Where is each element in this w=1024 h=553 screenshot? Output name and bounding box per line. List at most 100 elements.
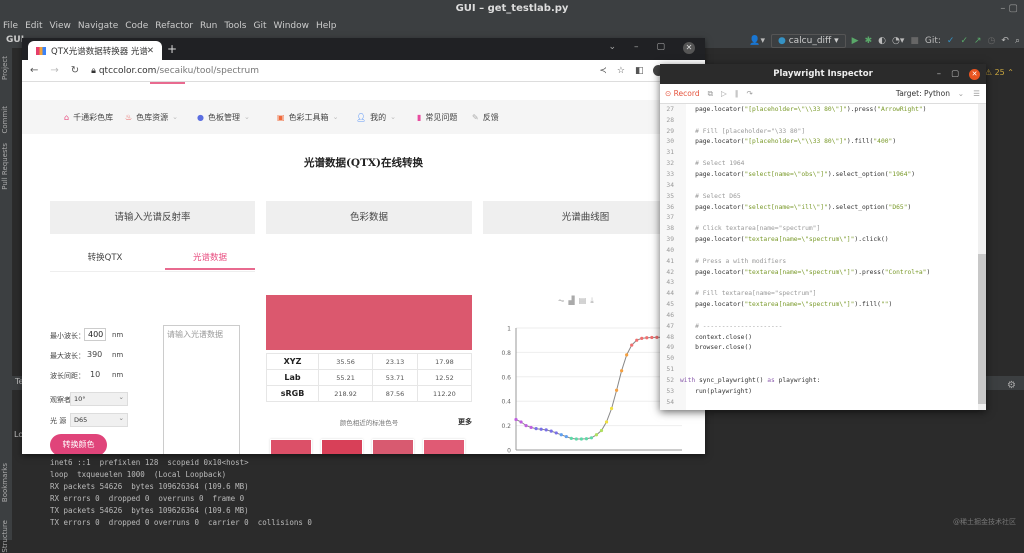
illuminant-select[interactable]: D65 xyxy=(70,412,128,427)
code-line: 39 page.locator("textarea[name=\"spectru… xyxy=(660,234,978,245)
min-wavelength-input[interactable]: 400 xyxy=(84,328,106,341)
stop-icon[interactable]: ■ xyxy=(910,36,919,46)
download-icon[interactable]: ⤓ xyxy=(590,296,598,305)
observer-select[interactable]: 10° xyxy=(70,391,128,406)
tool-tab-pull-requests[interactable]: Pull Requests xyxy=(1,143,9,190)
minimize-icon[interactable]: – xyxy=(937,64,941,84)
toolbox-icon: ▣ xyxy=(277,112,285,122)
reload-icon[interactable]: ↻ xyxy=(71,65,79,76)
data-view-icon[interactable]: ▤ xyxy=(579,296,591,305)
pantone-card[interactable]: PANTONE198 CP xyxy=(321,439,363,454)
user-icon[interactable]: 👤▾ xyxy=(749,36,765,46)
tool-tab-structure[interactable]: Structure xyxy=(1,520,9,553)
menu-help[interactable]: Help xyxy=(316,21,337,31)
nav-item-1[interactable]: ♨ 色库资源 ⌄ xyxy=(125,112,178,123)
git-push-icon[interactable]: ↗ xyxy=(974,36,982,46)
bar-chart-icon[interactable]: ▟ xyxy=(569,296,579,305)
terminal-line: loop txqueuelen 1000 (Local Loopback) xyxy=(50,470,227,479)
menu-run[interactable]: Run xyxy=(200,21,217,31)
close-window-icon[interactable]: ✕ xyxy=(969,68,980,80)
terminal-output[interactable]: inet6 ::1 prefixlen 128 scopeid 0x10<hos… xyxy=(12,452,1024,540)
nav-item-4[interactable]: 👤︎ 我的 ⌄ xyxy=(356,112,396,123)
line-number: 53 xyxy=(666,387,674,395)
spectrum-textarea[interactable]: 请输入光谱数据 xyxy=(163,325,240,454)
bookmark-star-icon[interactable]: ☆ xyxy=(617,66,625,76)
pantone-card[interactable]: PANTONE184 XGC xyxy=(423,439,465,454)
rollback-icon[interactable]: ↶ xyxy=(1001,36,1009,46)
minimize-icon[interactable]: – xyxy=(634,42,639,54)
nav-item-2[interactable]: ● 色板管理 ⌄ xyxy=(197,112,250,123)
menu-tools[interactable]: Tools xyxy=(224,21,246,31)
line-chart-icon[interactable]: ⏦ xyxy=(558,296,569,305)
menu-view[interactable]: View xyxy=(50,21,71,31)
pantone-swatch xyxy=(424,440,464,454)
menu-git[interactable]: Git xyxy=(253,21,266,31)
code-text: browser.close() xyxy=(680,344,753,352)
data-point xyxy=(549,429,553,433)
debug-icon[interactable]: ✱ xyxy=(865,36,873,46)
tab-spectrum-data[interactable]: 光谱数据 xyxy=(165,251,255,270)
code-scrollbar[interactable] xyxy=(978,104,986,410)
tool-tab-commit[interactable]: Commit xyxy=(1,106,9,134)
menu-navigate[interactable]: Navigate xyxy=(78,21,118,31)
chevron-down-icon[interactable]: ⌄ xyxy=(958,89,964,98)
git-update-icon[interactable]: ✓ xyxy=(947,36,955,46)
generated-code[interactable]: 27 page.locator("[placeholder=\"\\33 80\… xyxy=(660,104,978,410)
pantone-card[interactable]: PANTONE2040 UP xyxy=(270,439,312,454)
run-icon[interactable]: ▶ xyxy=(852,36,859,46)
tool-tab-project[interactable]: Project xyxy=(1,56,9,80)
scrollbar-thumb[interactable] xyxy=(978,254,986,404)
menu-window[interactable]: Window xyxy=(274,21,310,31)
tab-convert-qtx[interactable]: 转换QTX xyxy=(50,251,160,270)
warnings-indicator[interactable]: ⚠ 25 ⌃ xyxy=(985,68,1014,77)
step-over-icon[interactable]: ↷ xyxy=(746,89,752,98)
copy-icon[interactable]: ⧉ xyxy=(708,89,713,99)
pantone-card[interactable]: PANTONEP 65-6 U xyxy=(372,439,414,454)
more-link[interactable]: 更多 xyxy=(458,417,472,427)
browser-tab[interactable]: QTX光谱数据转换器 光谱 ✕ xyxy=(28,41,162,60)
menu-icon[interactable]: ☰ xyxy=(973,89,980,98)
convert-color-button[interactable]: 转换颜色 xyxy=(50,434,107,454)
side-panel-icon[interactable]: ◧ xyxy=(635,66,644,76)
nav-item-6[interactable]: ✎ 反馈 xyxy=(472,112,499,123)
menu-file[interactable]: File xyxy=(3,21,18,31)
window-controls[interactable]: – ▢ xyxy=(1000,0,1018,18)
line-number: 32 xyxy=(666,160,674,168)
line-number: 36 xyxy=(666,203,674,211)
back-icon[interactable]: ← xyxy=(30,65,38,76)
gear-icon[interactable]: ⚙ xyxy=(1007,380,1016,391)
new-tab-button[interactable]: + xyxy=(167,42,177,56)
nav-item-5[interactable]: ▮ 常见问题 xyxy=(417,112,457,123)
search-icon[interactable]: ⌕ xyxy=(1015,36,1020,46)
terminal-line: inet6 ::1 prefixlen 128 scopeid 0x10<hos… xyxy=(50,458,249,467)
git-commit-icon[interactable]: ✓ xyxy=(960,36,968,46)
chevron-down-icon: ⌄ xyxy=(332,113,339,121)
pause-icon[interactable]: ∥ xyxy=(735,89,739,98)
coverage-icon[interactable]: ◐ xyxy=(878,36,886,46)
inspector-title: Playwright Inspector xyxy=(773,69,873,79)
menu-refactor[interactable]: Refactor xyxy=(155,21,193,31)
chevron-down-icon: ⌄ xyxy=(172,113,179,121)
close-window-icon[interactable]: ✕ xyxy=(683,42,695,54)
profile-icon[interactable]: ◔▾ xyxy=(892,36,904,46)
maximize-icon[interactable]: ▢ xyxy=(951,64,959,84)
maximize-icon[interactable]: ▢ xyxy=(656,42,665,54)
url-field[interactable]: 🔒︎ qtccolor.com/secaiku/tool/spectrum xyxy=(91,66,259,76)
forward-icon[interactable]: → xyxy=(50,65,58,76)
history-icon[interactable]: ◷ xyxy=(988,36,996,46)
resume-icon[interactable]: ▷ xyxy=(721,89,727,98)
share-icon[interactable]: ≺ xyxy=(599,66,607,76)
tool-tab-bookmarks[interactable]: Bookmarks xyxy=(1,463,9,502)
line-number: 43 xyxy=(666,279,674,287)
code-text: page.locator("select[name=\"ill\"]").sel… xyxy=(680,203,912,211)
menu-edit[interactable]: Edit xyxy=(25,21,42,31)
target-select[interactable]: Target: Python xyxy=(896,89,950,98)
nav-item-0[interactable]: ⌂ 千通彩色库 xyxy=(64,112,113,123)
close-tab-icon[interactable]: ✕ xyxy=(147,46,154,56)
tab-search-icon[interactable]: ⌄ xyxy=(608,42,616,54)
unit-label: nm xyxy=(112,351,124,359)
nav-item-3[interactable]: ▣ 色彩工具箱 ⌄ xyxy=(277,112,338,123)
run-config-select[interactable]: ● calcu_diff ▾ xyxy=(770,34,846,48)
menu-code[interactable]: Code xyxy=(125,21,148,31)
record-button[interactable]: ⊙ Record xyxy=(665,89,700,98)
